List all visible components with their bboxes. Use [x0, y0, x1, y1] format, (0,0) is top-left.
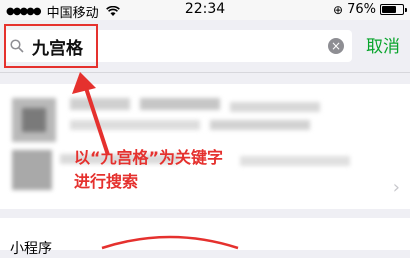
- annotation-line-1: 以“九宫格”为关键字: [74, 148, 224, 167]
- status-bar: ●●●●● 中国移动 22:34 ⊕ 76%: [0, 0, 410, 21]
- blurred-avatar: [12, 150, 52, 190]
- blurred-text: [140, 98, 220, 110]
- blurred-avatar-detail: [22, 108, 46, 132]
- annotation-line-2: 进行搜索: [74, 172, 139, 191]
- section-title: 小程序: [10, 241, 52, 257]
- clear-icon[interactable]: ×: [328, 38, 344, 54]
- cancel-button[interactable]: 取消: [366, 32, 400, 57]
- blurred-text: [230, 102, 320, 112]
- battery-percent: 76%: [347, 2, 376, 17]
- battery-fill: [382, 6, 396, 13]
- blurred-text: [210, 120, 310, 130]
- orientation-lock-icon: ⊕: [333, 2, 344, 17]
- status-right: ⊕ 76%: [333, 2, 407, 17]
- blurred-text: [240, 156, 350, 166]
- battery-icon: [380, 4, 407, 15]
- annotation-circle: [101, 235, 239, 250]
- battery-cap: [405, 8, 407, 12]
- annotation-text: 以“九宫格”为关键字 进行搜索: [74, 146, 223, 194]
- chevron-right-icon: ›: [392, 177, 400, 198]
- highlight-box: [4, 24, 98, 68]
